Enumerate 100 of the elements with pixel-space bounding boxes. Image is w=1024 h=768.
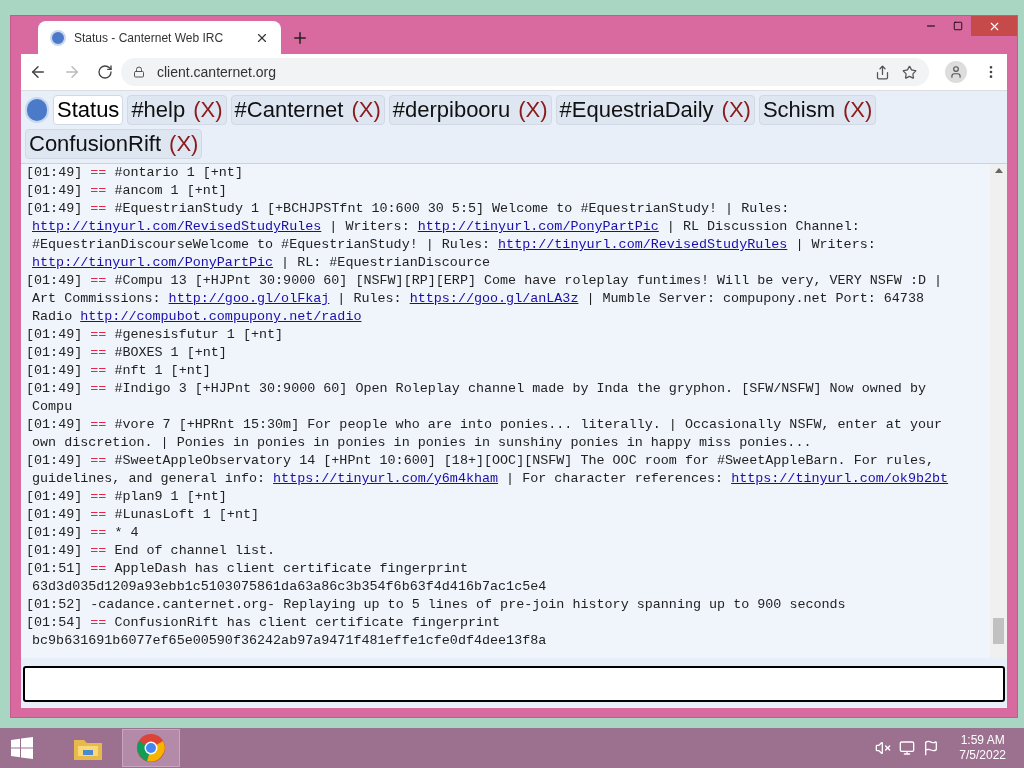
event-marker: == (90, 363, 107, 378)
message-text: #ancom 1 [+nt] (114, 183, 227, 198)
event-marker: == (90, 561, 107, 576)
event-marker: == (90, 417, 107, 432)
tab-title: Status - Canternet Web IRC (74, 29, 225, 47)
profile-icon[interactable] (945, 61, 967, 83)
browser-icon[interactable] (122, 729, 180, 767)
message-text: | Rules: (336, 291, 403, 306)
new-tab-icon[interactable] (291, 29, 309, 47)
message-text: | Writers: (794, 237, 876, 252)
event-marker: == (90, 327, 107, 342)
message-text: #Indigo 3 [+HJPnt 30:9000 60] Open Roleplay channel made by Inda the gryphon. [SFW/NSFW] Now owned by (114, 381, 926, 396)
event-marker: == (90, 273, 107, 288)
link[interactable]: https://goo.gl/anLA3z (409, 291, 579, 306)
back-icon[interactable] (29, 63, 47, 81)
event-marker: == (90, 183, 107, 198)
muted-speaker-icon[interactable] (875, 740, 892, 756)
link[interactable]: https://tinyurl.com/ok9b2bt (731, 471, 949, 486)
channel-tab[interactable]: #derpibooru (X) (388, 95, 552, 125)
event-marker: == (90, 507, 107, 522)
event-marker: == (90, 345, 107, 360)
message-text: | Writers: (328, 219, 411, 234)
channel-tab[interactable]: #help (X) (127, 95, 227, 125)
bookmark-icon[interactable] (902, 64, 917, 80)
event-marker: == (90, 615, 107, 630)
timestamp: [01:49] (26, 201, 83, 216)
timestamp: [01:51] (26, 561, 83, 576)
scrollbar[interactable] (990, 164, 1007, 658)
message-text: own discretion. | Ponies in ponies in ponies in ponies in sunshiny ponies in happy miss ponies... (32, 435, 812, 450)
link[interactable]: http://tinyurl.com/PonyPartPic (417, 219, 659, 234)
message-text: #vore 7 [+HPRnt 15:30m] For people who are into ponies... literally. | Occasionally NSFW, enter at your (114, 417, 943, 432)
browser-tab[interactable]: Status - Canternet Web IRC (38, 21, 281, 54)
timestamp: [01:49] (26, 417, 83, 432)
event-marker: == (90, 201, 107, 216)
event-marker: == (90, 453, 107, 468)
message-text: #plan9 1 [+nt] (114, 489, 227, 504)
message-text: #Compu 13 [+HJPnt 30:9000 60] [NSFW][RP][ERP] Come have roleplay funtimes! Will be very, VERY NSFW :D | (114, 273, 943, 288)
message-text: bc9b631691b6077ef65e00590f36242ab97a9471f481effe1cfe0df4dee13f8a (32, 633, 547, 648)
message-text: -cadance.canternet.org- Replaying up to 5 lines of pre-join history spanning up to 900 seconds (90, 597, 846, 612)
share-icon[interactable] (875, 64, 890, 80)
timestamp: [01:49] (26, 543, 83, 558)
message-text: guidelines, and general info: (32, 471, 267, 486)
event-marker: == (90, 489, 107, 504)
message-text: AppleDash has client certificate fingerprint (114, 561, 468, 576)
event-marker: == (90, 543, 107, 558)
reload-icon[interactable] (97, 64, 113, 80)
link[interactable]: http://tinyurl.com/RevisedStudyRules (498, 237, 788, 252)
scrollbar-thumb[interactable] (993, 618, 1004, 644)
lock-icon (133, 66, 145, 78)
message-text: ConfusionRift has client certificate fingerprint (114, 615, 501, 630)
timestamp: [01:54] (26, 615, 83, 630)
message-text: #EquestrianDiscourseWelcome to #EquestrianStudy! | Rules: (32, 237, 492, 252)
message-text: * 4 (114, 525, 139, 540)
scroll-up-icon[interactable] (994, 168, 1003, 173)
message-text: Radio (32, 309, 74, 324)
timestamp: [01:52] (26, 597, 83, 612)
timestamp: [01:49] (26, 165, 83, 180)
url-text: client.canternet.org (157, 62, 278, 82)
flag-icon[interactable] (923, 740, 940, 756)
message-text: 63d3d035d1209a93ebb1c5103075861da63a86c3b354f6b63f4d416b7ac1c5e4 (32, 579, 547, 594)
channel-tab[interactable]: ConfusionRift (X) (25, 129, 203, 159)
network-icon[interactable] (899, 740, 916, 756)
message-text: #LunasLoft 1 [+nt] (114, 507, 260, 522)
maximize-icon (952, 21, 963, 31)
clock[interactable]: 1:59 AM 7/5/2022 (959, 733, 1006, 763)
link[interactable]: http://tinyurl.com/RevisedStudyRules (32, 219, 322, 234)
message-input[interactable] (23, 666, 1005, 702)
message-text: #genesisfutur 1 [+nt] (114, 327, 284, 342)
message-text: | RL: #EquestrianDiscource (280, 255, 491, 270)
message-text: #SweetAppleObservatory 14 [+HPnt 10:600] [18+][OOC][NSFW] The OOC room for #SweetAppleBarn. For rules, (114, 453, 934, 468)
event-marker: == (90, 165, 107, 180)
message-text: #ontario 1 [+nt] (114, 165, 243, 180)
event-marker: == (90, 525, 107, 540)
message-text: #nft 1 [+nt] (114, 363, 211, 378)
channel-tab[interactable]: Status (53, 95, 124, 125)
message-text: #BOXES 1 [+nt] (114, 345, 227, 360)
channel-tab[interactable]: #EquestriaDaily (X) (555, 95, 755, 125)
link[interactable]: http://compubot.compupony.net/radio (80, 309, 362, 324)
timestamp: [01:49] (26, 381, 83, 396)
link[interactable]: http://tinyurl.com/PonyPartPic (32, 255, 274, 270)
address-bar[interactable]: client.canternet.org (121, 58, 929, 86)
timestamp: [01:49] (26, 525, 83, 540)
timestamp: [01:49] (26, 507, 83, 522)
timestamp: [01:49] (26, 183, 83, 198)
message-text: #EquestrianStudy 1 [+BCHJPSTfnt 10:600 30 5:5] Welcome to #EquestrianStudy! | Rules: (114, 201, 790, 216)
timestamp: [01:49] (26, 345, 83, 360)
timestamp: [01:49] (26, 273, 83, 288)
message-text: Art Commissions: (32, 291, 162, 306)
message-text: | RL Discussion Channel: (665, 219, 860, 234)
timestamp: [01:49] (26, 327, 83, 342)
link[interactable]: https://tinyurl.com/y6m4kham (273, 471, 499, 486)
message-text: Compu (32, 399, 73, 414)
message-text: End of channel list. (114, 543, 276, 558)
message-text: | For character references: (505, 471, 725, 486)
timestamp: [01:49] (26, 453, 83, 468)
event-marker: == (90, 381, 107, 396)
channel-tab[interactable]: #Canternet (X) (230, 95, 385, 125)
link[interactable]: http://goo.gl/olFkaj (168, 291, 330, 306)
channel-tab[interactable]: Schism (X) (758, 95, 877, 125)
message-text: | Mumble Server: compupony.net Port: 64738 (585, 291, 924, 306)
